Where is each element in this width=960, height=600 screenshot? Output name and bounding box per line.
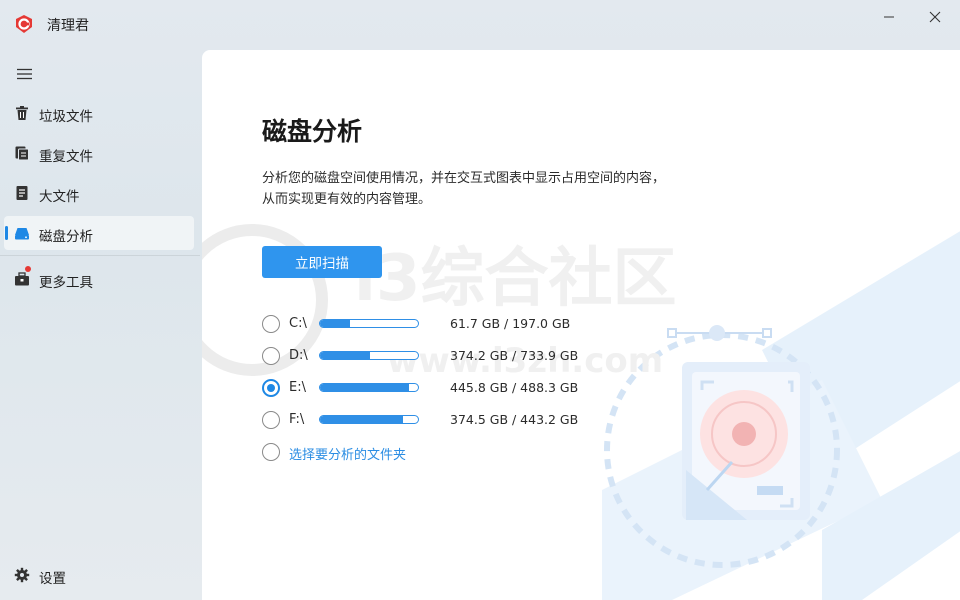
minimize-button[interactable] [866,0,912,34]
hamburger-icon[interactable] [14,66,36,82]
drive-name: F:\ [289,412,305,427]
trash-icon [14,105,30,121]
close-icon [929,11,941,23]
sidebar: 垃圾文件 重复文件 大文件 磁盘分析 更多工具 设置 [0,48,200,600]
drive-usage: 445.8 GB / 488.3 GB [450,380,579,395]
usage-bar-fill [320,384,410,391]
sidebar-item-label: 垃圾文件 [39,109,93,125]
scan-now-button[interactable]: 立即扫描 [262,246,382,278]
usage-bar [319,351,419,360]
usage-bar-fill [320,352,370,359]
drive-name: D:\ [289,348,308,363]
drive-name: C:\ [289,316,307,331]
watermark-text: i3综合社区 [354,242,676,316]
sidebar-item-duplicate-files[interactable]: 重复文件 [4,136,194,170]
close-button[interactable] [912,0,958,34]
drive-row-c[interactable]: C:\ 61.7 GB / 197.0 GB [262,314,622,334]
disk-icon [14,225,30,241]
app-logo-icon [14,14,34,34]
folder-radio[interactable] [262,443,280,461]
page-title: 磁盘分析 [262,117,363,146]
usage-bar-fill [320,320,351,327]
sidebar-item-more-tools[interactable]: 更多工具 [4,262,194,296]
notification-badge [25,266,31,272]
choose-folder-link[interactable]: 选择要分析的文件夹 [289,444,406,463]
sidebar-item-disk-analysis[interactable]: 磁盘分析 [4,216,194,250]
sidebar-item-junk-files[interactable]: 垃圾文件 [4,96,194,130]
sidebar-item-label: 更多工具 [39,275,93,291]
title-bar: 清理君 [0,0,960,48]
page-description: 分析您的磁盘空间使用情况，并在交互式图表中显示占用空间的内容， 从而实现更有效的… [262,168,732,210]
main-content: i3综合社区 www.i3zh.com 磁盘分析 分析您的磁盘空间使用情况，并在… [202,50,960,600]
usage-bar [319,415,419,424]
app-title: 清理君 [47,18,89,34]
drive-usage: 61.7 GB / 197.0 GB [450,316,571,331]
usage-bar [319,319,419,328]
active-indicator [5,226,8,240]
gear-icon [14,567,30,583]
settings-label: 设置 [39,571,66,587]
duplicate-files-icon [14,145,30,161]
minimize-icon [883,11,895,23]
sidebar-item-large-files[interactable]: 大文件 [4,176,194,210]
sidebar-item-settings[interactable]: 设置 [4,558,194,592]
drive-row-d[interactable]: D:\ 374.2 GB / 733.9 GB [262,346,622,366]
drive-row-f[interactable]: F:\ 374.5 GB / 443.2 GB [262,410,622,430]
choose-folder-row[interactable]: 选择要分析的文件夹 [262,442,622,463]
sidebar-item-label: 重复文件 [39,149,93,165]
large-file-icon [14,185,30,201]
toolbox-icon [14,271,30,287]
usage-bar [319,383,419,392]
drive-usage: 374.2 GB / 733.9 GB [450,348,579,363]
drive-row-e[interactable]: E:\ 445.8 GB / 488.3 GB [262,378,622,398]
drive-radio[interactable] [262,379,280,397]
drive-name: E:\ [289,380,306,395]
description-line: 从而实现更有效的内容管理。 [262,192,432,207]
drive-usage: 374.5 GB / 443.2 GB [450,412,579,427]
sidebar-item-label: 大文件 [39,189,80,205]
usage-bar-fill [320,416,403,423]
drive-radio[interactable] [262,411,280,429]
sidebar-divider [0,255,200,256]
drive-radio[interactable] [262,347,280,365]
drive-radio[interactable] [262,315,280,333]
description-line: 分析您的磁盘空间使用情况，并在交互式图表中显示占用空间的内容， [262,171,666,186]
sidebar-item-label: 磁盘分析 [39,229,93,245]
